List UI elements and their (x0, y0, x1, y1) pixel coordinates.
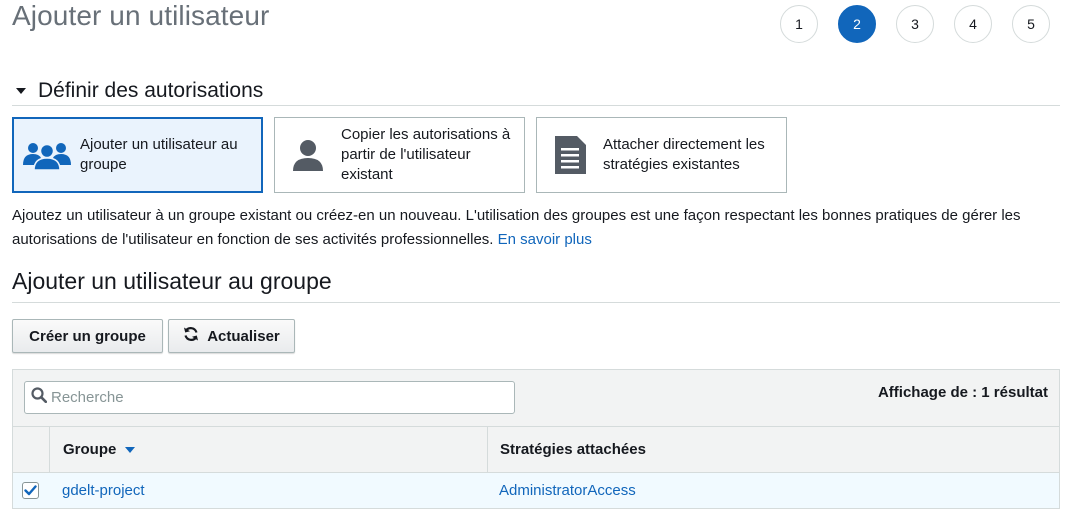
option-copy-permissions-label: Copier les autorisations à partir de l'u… (341, 126, 511, 183)
table-header: Groupe Stratégies attachées (13, 426, 1059, 472)
row-checkbox[interactable] (21, 482, 39, 499)
row-checkbox-cell (13, 473, 49, 508)
search-icon (31, 387, 48, 408)
wizard-steps: 1 2 3 4 5 (780, 5, 1050, 43)
row-policies-cell: AdministratorAccess (487, 473, 1059, 508)
groups-table: Affichage de : 1 résultat Groupe Stratég… (12, 369, 1060, 509)
option-add-to-group[interactable]: Ajouter un utilisateur au groupe (12, 117, 263, 193)
column-header-group[interactable]: Groupe (49, 427, 487, 472)
policy-link[interactable]: AdministratorAccess (499, 482, 636, 499)
permissions-section-header[interactable]: Définir des autorisations (12, 76, 1060, 106)
user-icon (275, 138, 341, 172)
create-group-label: Créer un groupe (29, 327, 146, 345)
column-header-policies-label: Stratégies attachées (500, 441, 646, 458)
checkmark-icon (23, 485, 37, 496)
search-input[interactable] (51, 389, 491, 406)
learn-more-link[interactable]: En savoir plus (498, 231, 592, 248)
option-copy-permissions[interactable]: Copier les autorisations à partir de l'u… (274, 117, 525, 193)
step-4[interactable]: 4 (954, 5, 992, 43)
page-title: Ajouter un utilisateur (12, 0, 270, 31)
group-name-link[interactable]: gdelt-project (62, 482, 145, 499)
search-field[interactable] (24, 381, 515, 414)
option-add-to-group-label: Ajouter un utilisateur au groupe (80, 136, 238, 173)
table-row[interactable]: gdelt-project AdministratorAccess (13, 472, 1059, 508)
refresh-button[interactable]: Actualiser (168, 319, 295, 353)
option-attach-policies[interactable]: Attacher directement les stratégies exis… (536, 117, 787, 193)
option-attach-policies-label: Attacher directement les stratégies exis… (603, 136, 765, 173)
permission-options: Ajouter un utilisateur au groupe Copier … (12, 117, 787, 193)
step-2[interactable]: 2 (838, 5, 876, 43)
row-group-cell: gdelt-project (49, 473, 487, 508)
group-section-title: Ajouter un utilisateur au groupe (12, 268, 1060, 303)
step-5[interactable]: 5 (1012, 5, 1050, 43)
caret-down-icon (16, 87, 26, 94)
permissions-section-title: Définir des autorisations (38, 78, 264, 102)
document-icon (537, 135, 603, 175)
header-checkbox-cell (13, 427, 49, 472)
refresh-label: Actualiser (207, 327, 280, 345)
sort-descending-icon[interactable] (125, 446, 136, 453)
create-group-button[interactable]: Créer un groupe (12, 319, 163, 353)
refresh-icon (183, 326, 199, 346)
users-group-icon (14, 140, 80, 170)
step-3[interactable]: 3 (896, 5, 934, 43)
step-1[interactable]: 1 (780, 5, 818, 43)
column-header-group-label: Groupe (63, 441, 117, 458)
column-header-policies: Stratégies attachées (487, 427, 1059, 472)
result-count: Affichage de : 1 résultat (877, 384, 1048, 401)
permissions-description: Ajoutez un utilisateur à un groupe exist… (12, 204, 1067, 252)
table-toolbar: Affichage de : 1 résultat (13, 370, 1059, 426)
